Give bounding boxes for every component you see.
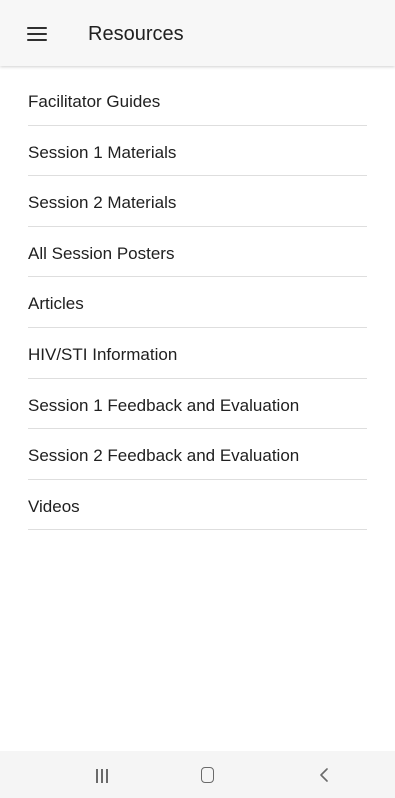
list-item-facilitator-guides[interactable]: Facilitator Guides bbox=[28, 75, 367, 126]
list-item-label: Videos bbox=[28, 496, 80, 516]
recent-apps-button[interactable] bbox=[72, 751, 132, 798]
menu-icon-line bbox=[27, 33, 47, 35]
list-item-label: Session 1 Feedback and Evaluation bbox=[28, 395, 300, 415]
recent-icon-bar bbox=[106, 769, 108, 783]
list-item-session-2-materials[interactable]: Session 2 Materials bbox=[28, 176, 367, 227]
list-item-label: Facilitator Guides bbox=[28, 92, 161, 111]
back-icon bbox=[320, 768, 328, 782]
list-item-all-session-posters[interactable]: All Session Posters bbox=[28, 227, 367, 278]
page-title: Resources bbox=[88, 23, 184, 45]
list-item-label: Articles bbox=[28, 294, 84, 314]
list-item-articles[interactable]: Articles bbox=[28, 277, 367, 328]
home-button[interactable] bbox=[178, 751, 238, 798]
back-button[interactable] bbox=[294, 751, 354, 798]
system-navigation-bar bbox=[0, 751, 395, 798]
list-item-label: Session 2 Materials bbox=[28, 193, 177, 213]
home-icon bbox=[201, 767, 214, 783]
list-item-videos[interactable]: Videos bbox=[28, 480, 367, 531]
menu-button[interactable] bbox=[18, 16, 58, 52]
list-item-label: Session 2 Feedback and Evaluation bbox=[28, 446, 300, 466]
list-item-label: HIV/STI Information bbox=[28, 344, 178, 364]
list-item-session-2-feedback[interactable]: Session 2 Feedback and Evaluation bbox=[28, 429, 367, 480]
app-bar: Resources bbox=[0, 0, 395, 66]
recent-apps-icon bbox=[96, 769, 108, 783]
menu-icon-line bbox=[27, 39, 47, 41]
resources-list: Facilitator Guides Session 1 Materials S… bbox=[0, 75, 395, 531]
list-item-session-1-feedback[interactable]: Session 1 Feedback and Evaluation bbox=[28, 379, 367, 430]
recent-icon-bar bbox=[101, 769, 103, 783]
list-item-label: Session 1 Materials bbox=[28, 142, 177, 162]
hamburger-menu-icon bbox=[27, 27, 47, 41]
list-item-hiv-sti-information[interactable]: HIV/STI Information bbox=[28, 328, 367, 379]
recent-icon-bar bbox=[96, 769, 98, 783]
menu-icon-line bbox=[27, 27, 47, 29]
list-item-session-1-materials[interactable]: Session 1 Materials bbox=[28, 126, 367, 177]
list-item-label: All Session Posters bbox=[28, 243, 175, 263]
